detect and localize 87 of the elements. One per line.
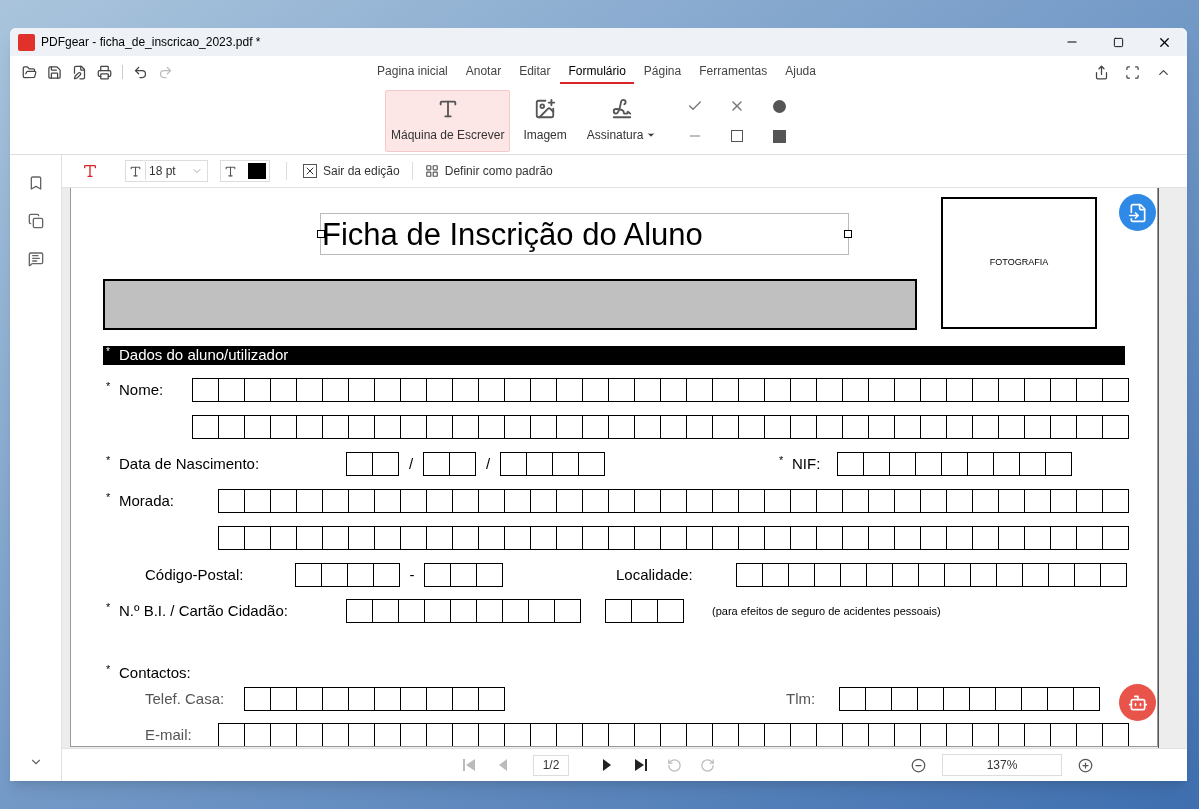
char-input-field[interactable] <box>346 599 581 623</box>
menu-tab[interactable]: Anotar <box>457 60 510 84</box>
separator-text: - <box>408 564 416 585</box>
required-mark: * <box>105 661 112 676</box>
field-label: Tlm: <box>786 688 816 709</box>
file-convert-icon <box>1127 202 1148 223</box>
text-icon <box>82 163 98 179</box>
color-swatch <box>248 163 266 179</box>
field-label: Código-Postal: <box>145 564 244 585</box>
image-add-icon <box>534 98 557 120</box>
char-input-field[interactable] <box>500 452 605 476</box>
field-label: Contactos: <box>119 662 191 683</box>
ribbon-tool-button[interactable]: Imagem <box>516 90 574 152</box>
field-note: (para efeitos de seguro de acidentes pessoais) <box>712 603 941 619</box>
pages-icon[interactable] <box>27 213 44 229</box>
separator-text: / <box>484 453 492 474</box>
exit-edit-button[interactable]: Sair da edição <box>303 162 400 180</box>
text-tool-icon[interactable] <box>82 163 98 179</box>
char-input-field[interactable] <box>605 599 684 623</box>
required-mark: * <box>105 378 112 393</box>
field-label: Localidade: <box>616 564 693 585</box>
photo-label: FOTOGRAFIA <box>989 256 1049 270</box>
font-size-dropdown[interactable]: 18 pt <box>125 160 208 182</box>
field-label: Data de Nascimento: <box>119 453 260 474</box>
menu-tab[interactable]: Pagina inicial <box>369 60 456 84</box>
char-input-field[interactable] <box>295 563 400 587</box>
field-label: NIF: <box>792 453 821 474</box>
resize-handle[interactable] <box>317 230 325 238</box>
share-icon[interactable] <box>1094 64 1109 80</box>
field-label: E-mail: <box>145 724 192 745</box>
edit-file-icon[interactable] <box>72 64 87 80</box>
form-title: Ficha de Inscrição do Aluno <box>321 218 703 250</box>
menu-tab[interactable]: Ferramentas <box>691 60 776 84</box>
save-icon[interactable] <box>47 64 62 80</box>
text-color-icon <box>224 164 237 178</box>
fullscreen-icon[interactable] <box>1125 64 1140 80</box>
required-mark: * <box>105 346 111 358</box>
char-input-field[interactable] <box>424 563 503 587</box>
page-number-field[interactable]: 1/2 <box>533 754 569 776</box>
required-mark: * <box>778 452 785 467</box>
font-size-icon <box>129 164 142 178</box>
last-page-icon[interactable] <box>633 757 649 773</box>
set-default-button[interactable]: Definir como padrão <box>424 162 553 180</box>
char-input-field[interactable] <box>192 415 1129 439</box>
caret-icon <box>646 130 657 140</box>
zoom-out-icon[interactable] <box>911 757 926 773</box>
ribbon-tool-button[interactable]: Assinatura <box>579 90 664 152</box>
field-label: Telef. Casa: <box>145 688 225 709</box>
field-label: Morada: <box>119 490 175 511</box>
maximize-icon <box>1112 36 1124 48</box>
filled-square-icon[interactable] <box>772 129 786 143</box>
char-input-field[interactable] <box>218 489 1129 513</box>
grid-icon <box>424 164 439 178</box>
char-input-field[interactable] <box>192 378 1129 402</box>
char-input-field[interactable] <box>244 687 505 711</box>
char-input-field[interactable] <box>736 563 1127 587</box>
menu-tab[interactable]: Ajuda <box>777 60 824 84</box>
char-input-field[interactable] <box>218 526 1129 550</box>
print-icon[interactable] <box>97 64 112 80</box>
required-mark: * <box>105 599 112 614</box>
ribbon-tool-button[interactable]: Máquina de Escrever <box>385 90 511 152</box>
boxed-cross-icon <box>303 164 317 178</box>
required-mark: * <box>105 452 112 467</box>
menu-tab[interactable]: Formulário <box>560 60 634 84</box>
window-title: PDFgear - ficha_de_inscricao_2023.pdf * <box>41 34 261 51</box>
char-input-field[interactable] <box>837 452 1072 476</box>
separator-text: / <box>407 453 415 474</box>
menu-tab[interactable]: Página <box>635 60 690 84</box>
font-color-picker[interactable] <box>220 160 270 182</box>
open-icon[interactable] <box>22 64 37 80</box>
empty-square-icon[interactable] <box>731 130 744 142</box>
undo-icon[interactable] <box>133 64 148 80</box>
field-label: N.º B.I. / Cartão Cidadão: <box>119 600 288 621</box>
text-box[interactable]: Ficha de Inscrição do Aluno <box>320 213 849 255</box>
comment-icon[interactable] <box>27 251 44 267</box>
zoom-in-icon[interactable] <box>1078 757 1093 773</box>
char-input-field[interactable] <box>839 687 1100 711</box>
char-input-field[interactable] <box>218 723 1129 746</box>
resize-handle[interactable] <box>844 230 852 238</box>
char-input-field[interactable] <box>423 452 476 476</box>
section-title: Dados do aluno/utilizador <box>119 345 289 366</box>
required-mark: * <box>105 489 112 504</box>
field-label: Nome: <box>119 379 164 400</box>
zoom-field[interactable]: 137% <box>942 754 1062 776</box>
app-logo-icon <box>18 33 35 51</box>
char-input-field[interactable] <box>346 452 399 476</box>
menu-tab[interactable]: Editar <box>511 60 559 84</box>
